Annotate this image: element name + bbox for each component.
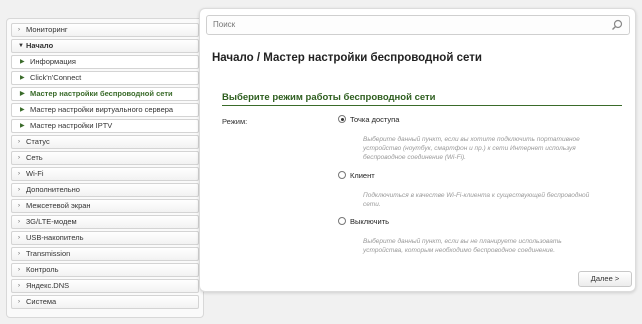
sidebar-item[interactable]: › Статус [11, 135, 199, 149]
chevron-right-icon: › [18, 219, 20, 225]
sidebar-item-label: Click'n'Connect [30, 73, 82, 82]
triangle-right-icon: ▶ [20, 107, 25, 113]
sidebar-item[interactable]: › Яндекс.DNS [11, 279, 199, 293]
mode-label: Режим: [222, 117, 248, 126]
section-title: Выберите режим работы беспроводной сети [222, 92, 436, 103]
sidebar-menu: › Мониторинг ▼ Начало ▶ Информация ▶ Click'n'Co… [6, 18, 204, 318]
chevron-down-icon: ▼ [18, 43, 24, 49]
radio-disable[interactable]: Выключить [338, 217, 389, 226]
triangle-right-icon: ▶ [20, 123, 25, 129]
search-box[interactable] [206, 15, 630, 35]
chevron-right-icon: › [18, 27, 20, 33]
chevron-right-icon: › [18, 171, 20, 177]
sidebar-item-label: Межсетевой экран [26, 201, 91, 210]
radio-button-checked[interactable] [338, 115, 346, 123]
search-input[interactable] [213, 20, 593, 29]
option-description: Подключиться в качестве Wi-Fi-клиента к … [363, 192, 590, 208]
section-divider [222, 105, 622, 106]
option-description: Выберите данный пункт, если вы хотите по… [363, 136, 580, 161]
sidebar-item[interactable]: ▶ Мастер настройки виртуального сервера [11, 103, 199, 117]
sidebar-item-label: Мастер настройки виртуального сервера [30, 105, 174, 114]
sidebar-item[interactable]: › 3G/LTE-модем [11, 215, 199, 229]
sidebar-item-label: Сеть [26, 153, 43, 162]
sidebar-item[interactable]: › Контроль [11, 263, 199, 277]
option-label: Точка доступа [350, 115, 400, 124]
sidebar-item[interactable]: ▶ Мастер настройки IPTV [11, 119, 199, 133]
sidebar-item[interactable]: › Система [11, 295, 199, 309]
sidebar-item[interactable]: › Сеть [11, 151, 199, 165]
chevron-right-icon: › [18, 235, 20, 241]
sidebar-item-label: Информация [30, 57, 76, 66]
sidebar-item-label: Статус [26, 137, 50, 146]
chevron-right-icon: › [18, 267, 20, 273]
next-button[interactable]: Далее > [578, 271, 632, 287]
option-label: Клиент [350, 171, 375, 180]
sidebar-item-label: USB-накопитель [26, 233, 84, 242]
sidebar-item-label: Transmission [26, 249, 71, 258]
main-panel: Начало / Мастер настройки беспроводной с… [199, 8, 636, 292]
chevron-right-icon: › [18, 139, 20, 145]
chevron-right-icon: › [18, 203, 20, 209]
sidebar-item-label: Начало [26, 41, 54, 50]
sidebar-item[interactable]: › Мониторинг [11, 23, 199, 37]
sidebar-item-label: Wi-Fi [26, 169, 44, 178]
option-label: Выключить [350, 217, 390, 226]
menu-list: › Мониторинг ▼ Начало ▶ Информация ▶ Click'n'Co… [11, 23, 199, 309]
radio-button[interactable] [338, 217, 346, 225]
sidebar-item[interactable]: ▶ Мастер настройки беспроводной сети [11, 87, 199, 101]
sidebar-item[interactable]: › Transmission [11, 247, 199, 261]
sidebar-item[interactable]: › USB-накопитель [11, 231, 199, 245]
sidebar-item[interactable]: ▼ Начало [11, 39, 199, 53]
triangle-right-icon: ▶ [20, 75, 25, 81]
radio-access-point[interactable]: Точка доступа [338, 115, 399, 124]
chevron-right-icon: › [18, 299, 20, 305]
sidebar-item-label: Мастер настройки IPTV [30, 121, 113, 130]
page-title: Начало / Мастер настройки беспроводной с… [212, 52, 482, 64]
sidebar-item-label: 3G/LTE-модем [26, 217, 77, 226]
radio-client[interactable]: Клиент [338, 171, 375, 180]
sidebar-item[interactable]: ▶ Информация [11, 55, 199, 69]
chevron-right-icon: › [18, 251, 20, 257]
sidebar-item-label: Контроль [26, 265, 59, 274]
chevron-right-icon: › [18, 283, 20, 289]
triangle-right-icon: ▶ [20, 91, 25, 97]
search-icon[interactable] [611, 19, 623, 31]
chevron-right-icon: › [18, 155, 20, 161]
sidebar-item-label: Яндекс.DNS [26, 281, 70, 290]
sidebar-item[interactable]: › Wi-Fi [11, 167, 199, 181]
sidebar-item[interactable]: › Межсетевой экран [11, 199, 199, 213]
sidebar-item-label: Мониторинг [26, 25, 68, 34]
sidebar-item-label: Мастер настройки беспроводной сети [30, 89, 173, 98]
sidebar-item[interactable]: › Дополнительно [11, 183, 199, 197]
option-description: Выберите данный пункт, если вы не планир… [363, 238, 562, 254]
sidebar-item-label: Дополнительно [26, 185, 80, 194]
triangle-right-icon: ▶ [20, 59, 25, 65]
chevron-right-icon: › [18, 187, 20, 193]
sidebar-item-label: Система [26, 297, 57, 306]
radio-button[interactable] [338, 171, 346, 179]
sidebar-item[interactable]: ▶ Click'n'Connect [11, 71, 199, 85]
